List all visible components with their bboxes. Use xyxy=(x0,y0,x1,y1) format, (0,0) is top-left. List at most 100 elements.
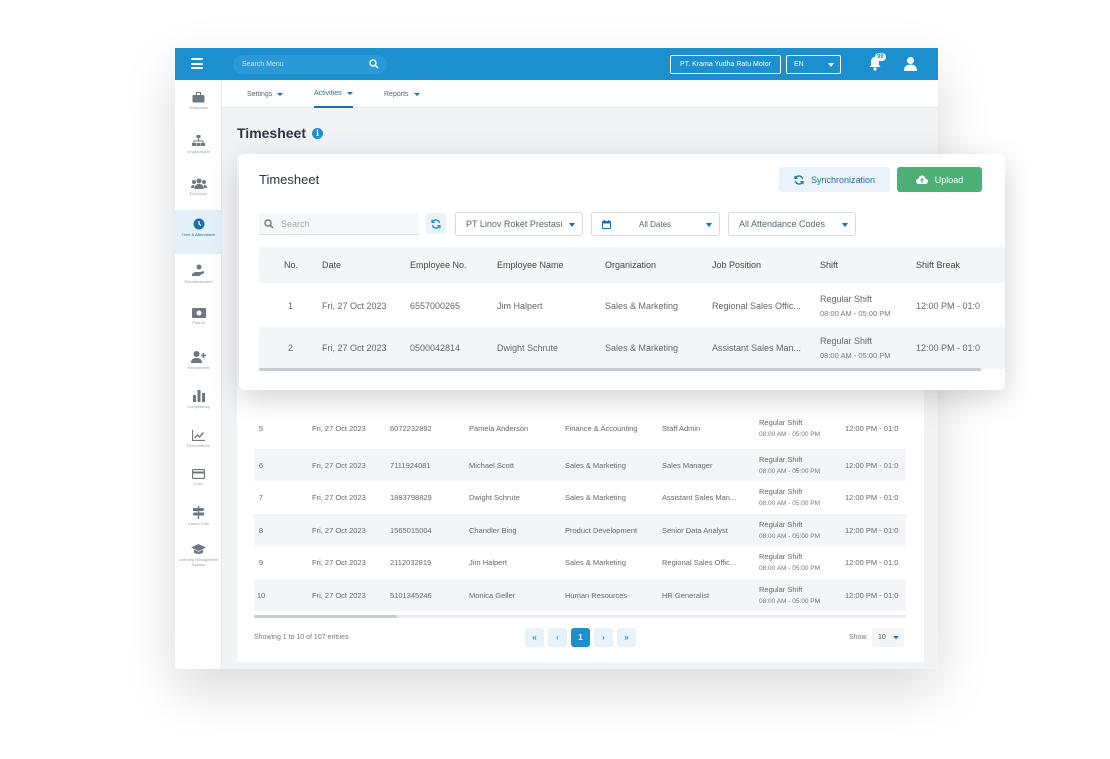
chevron-down-icon xyxy=(842,223,848,227)
upload-label: Upload xyxy=(934,174,964,185)
sidebar-item-payroll[interactable]: Payroll xyxy=(175,300,222,338)
notification-badge: 99 xyxy=(875,53,886,61)
chevron-down-icon xyxy=(706,223,712,227)
cell-shift-break: 12:00 PM - 01:0 xyxy=(845,423,899,433)
sidebar-item-competency[interactable]: Competency xyxy=(175,382,222,420)
sidebar-item-lms[interactable]: Learning Management System xyxy=(175,536,222,582)
column-header-shift-break[interactable]: Shift Break xyxy=(916,247,960,283)
sidebar-item-employee[interactable]: Employee xyxy=(175,170,222,208)
shift-name: Regular Shift xyxy=(759,552,803,561)
sidebar-label: Reimbursement xyxy=(184,279,213,284)
sidebar-item-reimbursement[interactable]: Reimbursement xyxy=(175,256,222,294)
cell-employee-no: 0500042814 xyxy=(410,343,461,353)
chevron-down-icon xyxy=(828,63,834,67)
cell-shift-break: 12:00 PM - 01:0 xyxy=(916,343,981,353)
sidebar-item-recruitment[interactable]: Recruitment xyxy=(175,343,222,381)
synchronization-label: Synchronization xyxy=(810,174,876,185)
table-row[interactable]: 5 Fri, 27 Oct 2023 6072232892 Pamela Anders… xyxy=(254,412,906,444)
shift-hours: 08:00 AM - 05:00 PM xyxy=(759,565,821,572)
cell-date: Fri, 27 Oct 2023 xyxy=(322,343,387,353)
page-size-select[interactable]: 10 xyxy=(872,628,904,647)
sidebar-label: Organization xyxy=(187,149,210,154)
cell-shift: Regular Shift 08:00 AM - 05:00 PM xyxy=(759,412,820,444)
cell-employee-no: 7111924081 xyxy=(390,460,431,470)
hamburger-menu-icon[interactable] xyxy=(191,58,203,69)
upload-button[interactable]: Upload xyxy=(897,167,982,192)
cell-employee-name: Jim Halpert xyxy=(497,301,543,311)
column-header-organization[interactable]: Organization xyxy=(605,247,656,283)
table-row[interactable]: 10 Fri, 27 Oct 2023 5101345246 Monica Gelle… xyxy=(254,579,906,611)
cell-employee-no: 6072232892 xyxy=(390,423,432,433)
table-row[interactable]: 1 Fri, 27 Oct 2023 6557000265 Jim Halper… xyxy=(259,285,1005,327)
nav-activities[interactable]: Activities xyxy=(314,80,353,108)
page-button[interactable]: 1 xyxy=(571,628,590,647)
nav-reports[interactable]: Reports xyxy=(384,80,420,108)
cell-shift: Regular Shift 08:00 AM - 05:00 PM xyxy=(820,285,890,327)
table-row[interactable]: 9 Fri, 27 Oct 2023 2112032819 Jim Halpert Sa… xyxy=(254,546,906,578)
cell-job-position: Staff Admin xyxy=(662,423,701,433)
cell-employee-name: Michael Scott xyxy=(469,460,515,470)
table-row[interactable]: 2 Fri, 27 Oct 2023 0500042814 Dwight Sch… xyxy=(259,327,1005,369)
column-header-shift[interactable]: Shift xyxy=(820,247,838,283)
entries-info: Showing 1 to 10 of 107 entries xyxy=(254,634,349,641)
card-horizontal-scrollbar[interactable] xyxy=(259,368,981,371)
next-page-button[interactable]: › xyxy=(594,628,613,647)
cell-job-position: Senior Data Analyst xyxy=(662,525,728,535)
sidebar-item-loan[interactable]: Loan xyxy=(175,461,222,499)
sidebar-item-performance[interactable]: Performance xyxy=(175,422,222,460)
company-selector[interactable]: PT. Krama Yudha Ratu Motor xyxy=(670,55,781,74)
company-filter[interactable]: PT Linov Roket Prestasi xyxy=(455,212,583,236)
language-select[interactable]: EN xyxy=(786,55,841,74)
sidebar-item-organization[interactable]: Organization xyxy=(175,127,222,165)
cell-shift-break: 12:00 PM - 01:0 xyxy=(845,492,899,502)
scrollbar-thumb[interactable] xyxy=(254,615,397,618)
prev-page-button[interactable]: ‹ xyxy=(548,628,567,647)
column-header-employee-no[interactable]: Employee No. xyxy=(410,247,467,283)
synchronization-button[interactable]: Synchronization xyxy=(779,167,890,192)
column-header-job-position[interactable]: Job Position xyxy=(712,247,761,283)
table-search-input[interactable] xyxy=(281,218,411,229)
shift-name: Regular Shift xyxy=(759,418,803,427)
nav-settings[interactable]: Settings xyxy=(247,80,284,108)
last-page-button[interactable]: » xyxy=(617,628,636,647)
info-icon[interactable]: i xyxy=(312,127,323,139)
sidebar-label: Payroll xyxy=(192,320,205,325)
table-horizontal-scrollbar[interactable] xyxy=(254,615,906,618)
nav-reports-label: Reports xyxy=(384,90,409,98)
sidebar-item-career-path[interactable]: Career Path xyxy=(175,498,222,536)
column-header-employee-name[interactable]: Employee Name xyxy=(497,247,564,283)
shift-hours: 08:00 AM - 05:00 PM xyxy=(820,309,891,318)
org-chart-icon xyxy=(192,135,205,146)
cell-date: Fri, 27 Oct 2023 xyxy=(312,525,366,535)
trend-icon xyxy=(192,430,205,441)
user-avatar-icon[interactable] xyxy=(903,56,918,71)
table-row[interactable]: 8 Fri, 27 Oct 2023 1565015004 Chandler Bing… xyxy=(254,514,906,546)
page-title-text: Timesheet xyxy=(237,125,306,141)
scrollbar-thumb[interactable] xyxy=(259,368,981,371)
cell-job-position: Assistant Sales Man... xyxy=(712,343,802,353)
signpost-icon xyxy=(192,506,205,519)
shift-name: Regular Shift xyxy=(759,585,803,594)
table-row[interactable]: 7 Fri, 27 Oct 2023 1883798829 Dwight Schrut… xyxy=(254,481,906,513)
table-row[interactable]: 6 Fri, 27 Oct 2023 7111924081 Michael Scott… xyxy=(254,449,906,481)
attendance-code-filter[interactable]: All Attendance Codes xyxy=(728,212,856,236)
clock-icon xyxy=(193,218,204,230)
refresh-button[interactable] xyxy=(426,213,446,234)
sidebar-item-workplace[interactable]: Workplace xyxy=(175,84,222,122)
nav-settings-label: Settings xyxy=(247,90,273,98)
search-menu-input[interactable] xyxy=(242,61,362,68)
column-header-no[interactable]: No. xyxy=(284,247,298,283)
hand-coin-icon xyxy=(192,264,204,276)
search-menu[interactable] xyxy=(233,55,387,74)
refresh-icon xyxy=(431,218,441,229)
sidebar-item-time-attendance[interactable]: Time & Attendance xyxy=(175,210,222,254)
search-icon[interactable] xyxy=(369,59,379,69)
cell-job-position: Assistant Sales Man... xyxy=(662,492,737,502)
date-filter[interactable]: All Dates xyxy=(591,212,720,236)
cell-no: 1 xyxy=(288,301,294,311)
column-header-date[interactable]: Date xyxy=(322,247,341,283)
first-page-button[interactable]: « xyxy=(525,628,544,647)
cell-job-position: Sales Manager xyxy=(662,460,713,470)
table-search[interactable] xyxy=(259,213,419,235)
sidebar-label: Career Path xyxy=(187,521,210,526)
